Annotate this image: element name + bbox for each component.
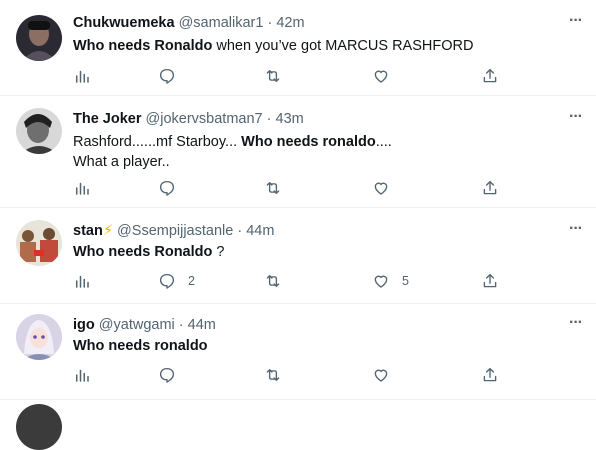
handle[interactable]: @samalikar1 (179, 15, 264, 31)
action-bar (73, 65, 503, 87)
like-icon (372, 366, 390, 384)
reply-icon (158, 272, 176, 290)
bold-text-segment: Who needs ronaldo (241, 134, 376, 150)
action-bar (73, 364, 503, 386)
avatar[interactable] (16, 108, 62, 154)
timestamp[interactable]: 42m (276, 15, 304, 31)
share-button[interactable] (481, 364, 499, 386)
more-icon[interactable]: ··· (569, 220, 583, 238)
tweet-text: Who needs Ronaldo ? (73, 242, 224, 262)
retweet-button[interactable] (264, 364, 282, 386)
share-icon (481, 366, 499, 384)
bold-text-segment: Who needs Ronaldo (73, 244, 213, 260)
retweet-button[interactable] (264, 270, 282, 292)
display-name[interactable]: The Joker (73, 111, 142, 127)
retweet-icon (264, 67, 282, 85)
retweet-icon (264, 272, 282, 290)
handle[interactable]: @jokervsbatman7 (146, 111, 263, 127)
analytics-button[interactable] (73, 65, 91, 87)
avatar[interactable] (16, 314, 62, 360)
timestamp[interactable]: 44m (188, 317, 216, 333)
like-icon (372, 272, 390, 290)
action-bar (73, 177, 503, 199)
tweet-text: Rashford......mf Starboy... Who needs ro… (73, 132, 392, 172)
tweet-text-line1: Rashford......mf Starboy... Who needs ro… (73, 132, 392, 152)
tweet-text-line1: Who needs Ronaldo when you’ve got MARCUS… (73, 36, 473, 56)
separator: · (237, 223, 243, 239)
like-button[interactable] (372, 177, 402, 199)
share-button[interactable] (481, 177, 499, 199)
reply-icon (158, 179, 176, 197)
reply-icon (158, 67, 176, 85)
tweet-1[interactable]: Chukwuemeka @samalikar1 · 42m ··· Who ne… (0, 0, 596, 96)
handle[interactable]: @Ssempijjastanle (117, 223, 233, 239)
analytics-icon (73, 179, 91, 197)
like-button[interactable]: 5 (372, 270, 409, 292)
reply-button[interactable] (158, 364, 188, 386)
more-icon[interactable]: ··· (569, 12, 583, 30)
more-icon[interactable]: ··· (569, 108, 583, 126)
analytics-icon (73, 272, 91, 290)
handle[interactable]: @yatwgami (99, 317, 175, 333)
avatar[interactable] (16, 220, 62, 266)
tweet-text-line2: What a player.. (73, 154, 170, 170)
analytics-button[interactable] (73, 364, 91, 386)
share-icon (481, 67, 499, 85)
tweet-2[interactable]: The Joker @jokervsbatman7 · 43m ··· Rash… (0, 96, 596, 208)
text-segment: .... (375, 134, 392, 150)
reply-button[interactable]: 2 (158, 270, 195, 292)
tweet-text: Who needs ronaldo (73, 336, 208, 356)
reply-count: 2 (188, 274, 195, 288)
next-tweet-peek[interactable] (16, 404, 62, 450)
like-icon (372, 67, 390, 85)
display-name[interactable]: igo (73, 317, 95, 333)
retweet-button[interactable] (264, 65, 282, 87)
analytics-button[interactable] (73, 177, 91, 199)
retweet-icon (264, 179, 282, 197)
share-icon (481, 272, 499, 290)
bold-text-segment: Who needs ronaldo (73, 338, 208, 354)
like-button[interactable] (372, 364, 402, 386)
reply-button[interactable] (158, 65, 188, 87)
tweet-3[interactable]: stan⚡ @Ssempijjastanle · 44m ··· Who nee… (0, 208, 596, 304)
action-bar: 25 (73, 270, 503, 292)
retweet-icon (264, 366, 282, 384)
text-segment: when you’ve got MARCUS RASHFORD (212, 38, 474, 54)
separator: · (266, 111, 272, 127)
bold-text-segment: Who needs Ronaldo (73, 38, 213, 54)
tweet-text-line1: Who needs ronaldo (73, 336, 208, 356)
separator: · (267, 15, 273, 31)
like-count: 5 (402, 274, 409, 288)
like-button[interactable] (372, 65, 402, 87)
timestamp[interactable]: 43m (276, 111, 304, 127)
share-icon (481, 179, 499, 197)
avatar[interactable] (16, 15, 62, 61)
like-icon (372, 179, 390, 197)
timestamp[interactable]: 44m (246, 223, 274, 239)
text-segment: Rashford......mf Starboy... (73, 134, 242, 150)
lightning-bolt-icon: ⚡ (102, 223, 114, 239)
analytics-icon (73, 366, 91, 384)
display-name[interactable]: stan (73, 223, 103, 239)
retweet-button[interactable] (264, 177, 282, 199)
analytics-icon (73, 67, 91, 85)
tweet-text-line1: Who needs Ronaldo ? (73, 242, 224, 262)
tweet-text: Who needs Ronaldo when you’ve got MARCUS… (73, 36, 473, 56)
more-icon[interactable]: ··· (569, 314, 583, 332)
analytics-button[interactable] (73, 270, 91, 292)
share-button[interactable] (481, 270, 499, 292)
display-name[interactable]: Chukwuemeka (73, 15, 175, 31)
reply-icon (158, 366, 176, 384)
text-segment: ? (212, 244, 225, 260)
separator: · (178, 317, 184, 333)
reply-button[interactable] (158, 177, 188, 199)
tweet-4[interactable]: igo @yatwgami · 44m ··· Who needs ronald… (0, 304, 596, 400)
share-button[interactable] (481, 65, 499, 87)
